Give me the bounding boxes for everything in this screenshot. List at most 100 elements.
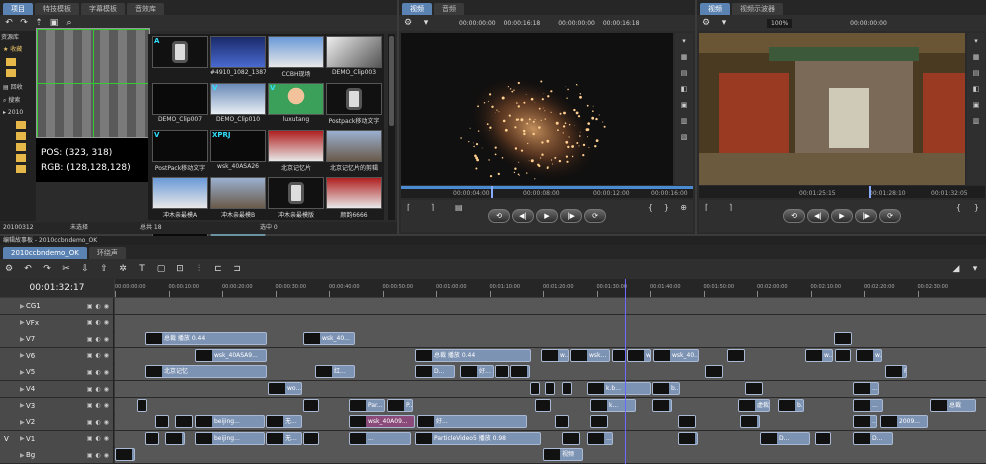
timeline-clip[interactable]: k... bbox=[590, 399, 636, 412]
step-forward-button[interactable]: |▶ bbox=[855, 209, 877, 223]
tree-item-favorites[interactable]: ★ 收藏 bbox=[0, 42, 36, 55]
tool-icon[interactable]: ▦ bbox=[681, 53, 688, 61]
eye-icon[interactable]: ◉ bbox=[104, 435, 109, 442]
track-lane[interactable]: wsk_40ASA9... 总裁 播放 0.44 w... wsk... w... wsk… bbox=[115, 348, 986, 364]
timeline-clip[interactable] bbox=[530, 382, 540, 395]
timeline-clip[interactable]: beijing... bbox=[195, 432, 265, 445]
overwrite-icon[interactable]: } bbox=[664, 203, 669, 212]
timeline-clip[interactable]: 视频 bbox=[543, 448, 583, 461]
tab-sequence[interactable]: 2010ccbndemo_OK bbox=[3, 247, 87, 259]
timeline-clip[interactable]: ... bbox=[562, 432, 580, 445]
track-lane[interactable]: b......beijing...无...wsk_40A09...好......… bbox=[115, 414, 986, 430]
eye-icon[interactable]: ◉ bbox=[104, 452, 109, 459]
step-back-button[interactable]: ◀| bbox=[807, 209, 829, 223]
tool-icon[interactable]: ▾ bbox=[974, 37, 978, 45]
expand-arrow-icon[interactable]: ▶ bbox=[20, 452, 25, 459]
timeline-clip[interactable]: 无... bbox=[266, 432, 302, 445]
track-lane[interactable] bbox=[115, 298, 986, 314]
clip-thumbnail[interactable]: A bbox=[152, 36, 208, 80]
tool-icon[interactable]: ▤ bbox=[681, 69, 688, 77]
track-header[interactable]: ▶ V4 ▣ ◐ ◉ bbox=[0, 381, 114, 397]
mute-icon[interactable]: ◐ bbox=[96, 369, 101, 376]
tab-surround[interactable]: 环绕声 bbox=[89, 247, 126, 259]
insert-icon[interactable]: { bbox=[648, 203, 653, 212]
tool-icon[interactable]: ▤ bbox=[973, 69, 980, 77]
tab-audio-library[interactable]: 音效库 bbox=[127, 3, 164, 15]
program-playhead[interactable] bbox=[869, 186, 871, 198]
eye-icon[interactable]: ◉ bbox=[104, 336, 109, 343]
timeline-clip[interactable] bbox=[705, 365, 723, 378]
tool-icon[interactable]: ◧ bbox=[973, 85, 980, 93]
trim-icon[interactable]: ⊏ bbox=[213, 264, 223, 274]
menu-icon[interactable]: ▾ bbox=[421, 18, 431, 28]
redo-icon[interactable]: ↷ bbox=[42, 264, 52, 274]
timeline-clip[interactable]: w... bbox=[627, 349, 651, 362]
track-lane[interactable]: 北京记忆 红... D... 好... Bd... P... bbox=[115, 364, 986, 380]
audio-mixer-icon[interactable]: ◢ bbox=[951, 264, 961, 274]
timeline-clip[interactable]: Par... bbox=[349, 399, 385, 412]
timeline-clip[interactable]: D... bbox=[853, 432, 893, 445]
timeline-clip[interactable]: 虚栽... bbox=[738, 399, 770, 412]
jog-back-button[interactable]: ⟲ bbox=[783, 209, 805, 223]
tool-icon[interactable]: ▥ bbox=[681, 117, 688, 125]
cut-icon[interactable]: ✂ bbox=[61, 264, 71, 274]
undo-icon[interactable]: ↶ bbox=[23, 264, 33, 274]
timeline-clip[interactable]: 无... bbox=[266, 415, 302, 428]
timeline-clip[interactable]: 无... bbox=[303, 399, 319, 412]
timeline-clip[interactable] bbox=[745, 382, 763, 395]
mute-icon[interactable]: ◐ bbox=[96, 452, 101, 459]
expand-arrow-icon[interactable]: ▶ bbox=[20, 386, 25, 393]
clip-thumbnail[interactable]: 北京记忆片的剪辑 bbox=[326, 130, 382, 174]
jog-forward-button[interactable]: ⟳ bbox=[584, 209, 606, 223]
clip-thumbnail[interactable]: Vluxutang bbox=[268, 83, 324, 127]
tree-item-recycle[interactable]: ▤ 回收 bbox=[0, 80, 36, 93]
mark-out-icon[interactable]: ⌉ bbox=[431, 203, 434, 212]
clip-thumbnail[interactable]: DEMO_Clip003 bbox=[326, 36, 382, 80]
timeline-clip[interactable]: ... bbox=[175, 415, 193, 428]
track-lane[interactable] bbox=[115, 315, 986, 331]
timeline-clip[interactable] bbox=[612, 349, 626, 362]
track-lane[interactable]: 总裁 播放 0.44 wsk_40... bbox=[115, 331, 986, 347]
clip-thumbnail[interactable]: 冲木亲最模版 bbox=[268, 177, 324, 221]
settings-icon[interactable]: ⚙ bbox=[403, 18, 413, 28]
tool-icon[interactable]: ▧ bbox=[681, 133, 688, 141]
expand-arrow-icon[interactable]: ▶ bbox=[20, 319, 25, 326]
track-header[interactable]: ▶ V7 ▣ ◐ ◉ bbox=[0, 331, 114, 347]
clear-icon[interactable]: ▤ bbox=[455, 203, 463, 212]
track-lane[interactable]: b... b... beijing... 无......... ParticleVide… bbox=[115, 431, 986, 447]
eye-icon[interactable]: ◉ bbox=[104, 369, 109, 376]
timeline-clip[interactable]: D... bbox=[415, 365, 455, 378]
timeline-clip[interactable]: 好... bbox=[460, 365, 494, 378]
timeline-clip[interactable]: wsk_40ASA9... bbox=[195, 349, 267, 362]
clip-thumbnail[interactable]: V DEMO_Clip010 bbox=[210, 83, 266, 127]
save-icon[interactable]: ⇩ bbox=[80, 264, 90, 274]
tab-waveform[interactable]: 视频示波器 bbox=[732, 3, 783, 15]
mark-in-icon[interactable]: ⌈ bbox=[407, 203, 410, 212]
timeline-clip[interactable]: 总裁 播放 0.44 bbox=[145, 332, 267, 345]
search-icon[interactable]: ⌕ bbox=[64, 18, 74, 28]
lock-icon[interactable]: ▣ bbox=[87, 435, 93, 442]
timeline-clip[interactable]: 好... bbox=[417, 415, 527, 428]
clip-thumbnail[interactable]: XPRJ wsk_40ASA26 bbox=[210, 130, 266, 174]
tab-titles[interactable]: 字幕模板 bbox=[81, 3, 125, 15]
mark-out-icon[interactable]: ⌉ bbox=[729, 203, 732, 212]
timeline-clip[interactable]: wsk_40A09... bbox=[349, 415, 415, 428]
timeline-ruler[interactable]: 00:00:00:00 00:00:10:00 00:00:20:00 00:00:3… bbox=[115, 279, 986, 297]
jog-back-button[interactable]: ⟲ bbox=[488, 209, 510, 223]
eye-icon[interactable]: ◉ bbox=[104, 303, 109, 310]
timeline-clip[interactable] bbox=[495, 365, 509, 378]
timeline-clip[interactable]: P... bbox=[387, 399, 413, 412]
source-ruler[interactable]: 00:00:04:00 00:00:08:00 00:00:12:00 00:0… bbox=[401, 186, 693, 198]
expand-arrow-icon[interactable]: ▶ bbox=[20, 419, 25, 426]
timeline-clip[interactable]: ... bbox=[853, 399, 883, 412]
lock-icon[interactable]: ▣ bbox=[87, 386, 93, 393]
timeline-clip[interactable] bbox=[545, 382, 555, 395]
lock-icon[interactable]: ▣ bbox=[87, 336, 93, 343]
expand-arrow-icon[interactable]: ▶ bbox=[20, 402, 25, 409]
tool-icon[interactable]: ▦ bbox=[973, 53, 980, 61]
jog-forward-button[interactable]: ⟳ bbox=[879, 209, 901, 223]
eye-icon[interactable]: ◉ bbox=[104, 352, 109, 359]
title-icon[interactable]: T bbox=[137, 264, 147, 274]
clip-thumbnail[interactable]: Postpack移动文字 bbox=[326, 83, 382, 127]
timeline-clip[interactable] bbox=[727, 349, 745, 362]
